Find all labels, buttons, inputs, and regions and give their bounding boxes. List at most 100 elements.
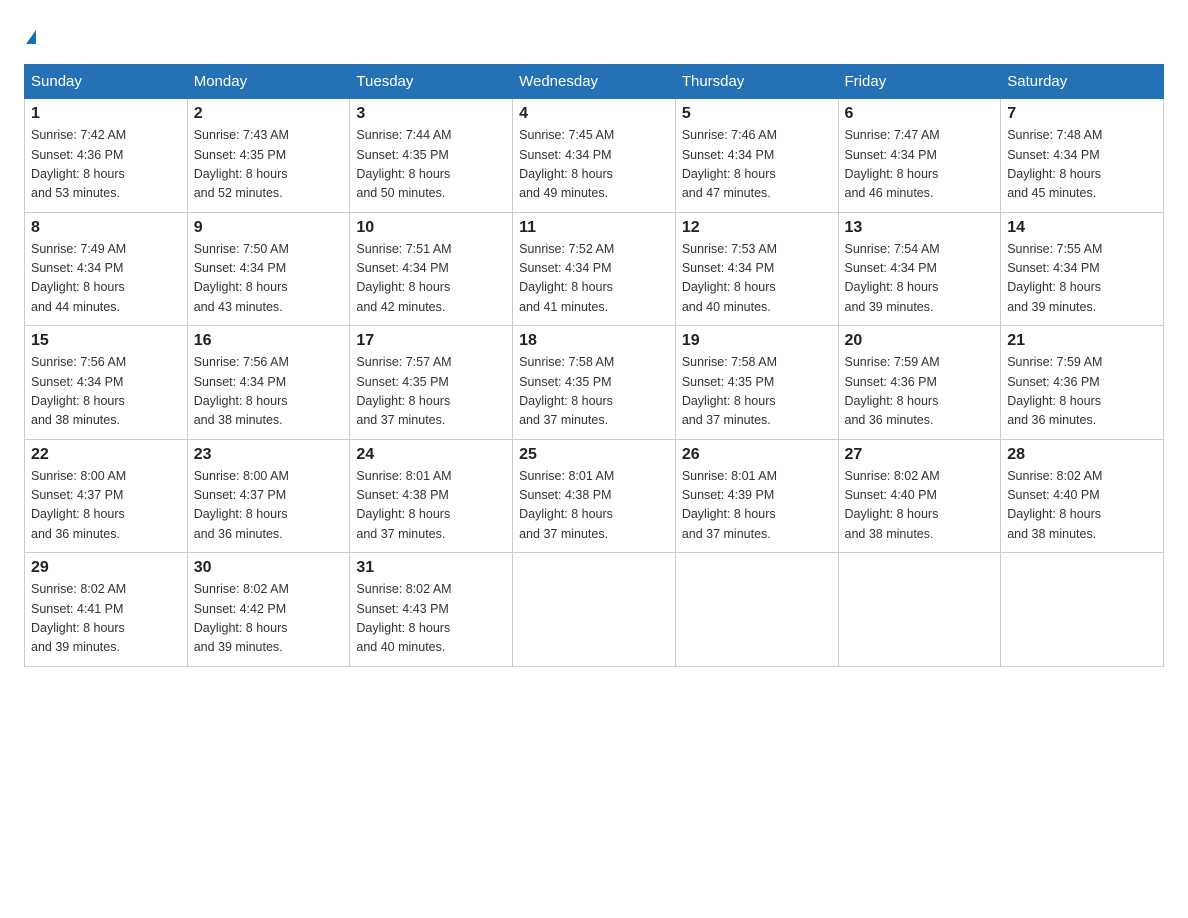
day-info: Sunrise: 8:02 AMSunset: 4:40 PMDaylight:… xyxy=(1007,469,1102,541)
day-info: Sunrise: 8:01 AMSunset: 4:38 PMDaylight:… xyxy=(356,469,451,541)
calendar-cell: 3 Sunrise: 7:44 AMSunset: 4:35 PMDayligh… xyxy=(350,99,513,213)
day-info: Sunrise: 8:02 AMSunset: 4:41 PMDaylight:… xyxy=(31,582,126,654)
calendar-cell: 8 Sunrise: 7:49 AMSunset: 4:34 PMDayligh… xyxy=(25,212,188,326)
day-number: 29 xyxy=(31,559,181,577)
day-info: Sunrise: 7:57 AMSunset: 4:35 PMDaylight:… xyxy=(356,355,451,427)
day-info: Sunrise: 7:47 AMSunset: 4:34 PMDaylight:… xyxy=(845,128,940,200)
day-info: Sunrise: 7:59 AMSunset: 4:36 PMDaylight:… xyxy=(1007,355,1102,427)
day-number: 18 xyxy=(519,332,669,350)
day-number: 11 xyxy=(519,219,669,237)
day-number: 20 xyxy=(845,332,995,350)
day-number: 9 xyxy=(194,219,344,237)
day-info: Sunrise: 7:54 AMSunset: 4:34 PMDaylight:… xyxy=(845,242,940,314)
day-number: 14 xyxy=(1007,219,1157,237)
calendar-cell: 24 Sunrise: 8:01 AMSunset: 4:38 PMDaylig… xyxy=(350,439,513,553)
day-number: 25 xyxy=(519,446,669,464)
day-number: 4 xyxy=(519,105,669,123)
day-number: 8 xyxy=(31,219,181,237)
day-number: 7 xyxy=(1007,105,1157,123)
day-number: 15 xyxy=(31,332,181,350)
logo xyxy=(24,24,36,48)
day-info: Sunrise: 7:46 AMSunset: 4:34 PMDaylight:… xyxy=(682,128,777,200)
day-info: Sunrise: 7:55 AMSunset: 4:34 PMDaylight:… xyxy=(1007,242,1102,314)
day-info: Sunrise: 7:43 AMSunset: 4:35 PMDaylight:… xyxy=(194,128,289,200)
calendar-cell: 23 Sunrise: 8:00 AMSunset: 4:37 PMDaylig… xyxy=(187,439,350,553)
day-info: Sunrise: 8:01 AMSunset: 4:38 PMDaylight:… xyxy=(519,469,614,541)
day-number: 24 xyxy=(356,446,506,464)
calendar-cell: 22 Sunrise: 8:00 AMSunset: 4:37 PMDaylig… xyxy=(25,439,188,553)
day-number: 12 xyxy=(682,219,832,237)
day-number: 28 xyxy=(1007,446,1157,464)
day-number: 13 xyxy=(845,219,995,237)
day-info: Sunrise: 7:44 AMSunset: 4:35 PMDaylight:… xyxy=(356,128,451,200)
day-info: Sunrise: 8:01 AMSunset: 4:39 PMDaylight:… xyxy=(682,469,777,541)
day-info: Sunrise: 7:50 AMSunset: 4:34 PMDaylight:… xyxy=(194,242,289,314)
logo-triangle-icon xyxy=(26,30,36,44)
day-info: Sunrise: 7:51 AMSunset: 4:34 PMDaylight:… xyxy=(356,242,451,314)
day-number: 23 xyxy=(194,446,344,464)
day-number: 22 xyxy=(31,446,181,464)
calendar-cell: 9 Sunrise: 7:50 AMSunset: 4:34 PMDayligh… xyxy=(187,212,350,326)
day-number: 10 xyxy=(356,219,506,237)
col-header-saturday: Saturday xyxy=(1001,65,1164,99)
calendar-table: SundayMondayTuesdayWednesdayThursdayFrid… xyxy=(24,64,1164,667)
calendar-cell xyxy=(675,553,838,667)
calendar-header-row: SundayMondayTuesdayWednesdayThursdayFrid… xyxy=(25,65,1164,99)
calendar-cell: 18 Sunrise: 7:58 AMSunset: 4:35 PMDaylig… xyxy=(513,326,676,440)
col-header-tuesday: Tuesday xyxy=(350,65,513,99)
col-header-sunday: Sunday xyxy=(25,65,188,99)
day-number: 2 xyxy=(194,105,344,123)
day-info: Sunrise: 7:48 AMSunset: 4:34 PMDaylight:… xyxy=(1007,128,1102,200)
calendar-cell xyxy=(1001,553,1164,667)
day-number: 19 xyxy=(682,332,832,350)
calendar-cell: 6 Sunrise: 7:47 AMSunset: 4:34 PMDayligh… xyxy=(838,99,1001,213)
calendar-week-row: 15 Sunrise: 7:56 AMSunset: 4:34 PMDaylig… xyxy=(25,326,1164,440)
day-info: Sunrise: 7:42 AMSunset: 4:36 PMDaylight:… xyxy=(31,128,126,200)
day-info: Sunrise: 7:58 AMSunset: 4:35 PMDaylight:… xyxy=(682,355,777,427)
calendar-cell: 21 Sunrise: 7:59 AMSunset: 4:36 PMDaylig… xyxy=(1001,326,1164,440)
calendar-week-row: 1 Sunrise: 7:42 AMSunset: 4:36 PMDayligh… xyxy=(25,99,1164,213)
calendar-cell: 2 Sunrise: 7:43 AMSunset: 4:35 PMDayligh… xyxy=(187,99,350,213)
calendar-cell: 13 Sunrise: 7:54 AMSunset: 4:34 PMDaylig… xyxy=(838,212,1001,326)
calendar-cell: 7 Sunrise: 7:48 AMSunset: 4:34 PMDayligh… xyxy=(1001,99,1164,213)
day-info: Sunrise: 7:56 AMSunset: 4:34 PMDaylight:… xyxy=(194,355,289,427)
calendar-cell: 14 Sunrise: 7:55 AMSunset: 4:34 PMDaylig… xyxy=(1001,212,1164,326)
day-info: Sunrise: 8:02 AMSunset: 4:43 PMDaylight:… xyxy=(356,582,451,654)
day-info: Sunrise: 8:02 AMSunset: 4:42 PMDaylight:… xyxy=(194,582,289,654)
day-info: Sunrise: 7:52 AMSunset: 4:34 PMDaylight:… xyxy=(519,242,614,314)
calendar-cell: 1 Sunrise: 7:42 AMSunset: 4:36 PMDayligh… xyxy=(25,99,188,213)
col-header-thursday: Thursday xyxy=(675,65,838,99)
calendar-cell: 19 Sunrise: 7:58 AMSunset: 4:35 PMDaylig… xyxy=(675,326,838,440)
calendar-cell: 11 Sunrise: 7:52 AMSunset: 4:34 PMDaylig… xyxy=(513,212,676,326)
col-header-monday: Monday xyxy=(187,65,350,99)
calendar-cell: 30 Sunrise: 8:02 AMSunset: 4:42 PMDaylig… xyxy=(187,553,350,667)
day-number: 30 xyxy=(194,559,344,577)
col-header-friday: Friday xyxy=(838,65,1001,99)
calendar-cell: 26 Sunrise: 8:01 AMSunset: 4:39 PMDaylig… xyxy=(675,439,838,553)
calendar-cell: 16 Sunrise: 7:56 AMSunset: 4:34 PMDaylig… xyxy=(187,326,350,440)
day-info: Sunrise: 8:00 AMSunset: 4:37 PMDaylight:… xyxy=(194,469,289,541)
calendar-cell: 28 Sunrise: 8:02 AMSunset: 4:40 PMDaylig… xyxy=(1001,439,1164,553)
calendar-week-row: 22 Sunrise: 8:00 AMSunset: 4:37 PMDaylig… xyxy=(25,439,1164,553)
day-number: 16 xyxy=(194,332,344,350)
calendar-cell xyxy=(513,553,676,667)
day-info: Sunrise: 7:45 AMSunset: 4:34 PMDaylight:… xyxy=(519,128,614,200)
day-number: 3 xyxy=(356,105,506,123)
calendar-cell: 12 Sunrise: 7:53 AMSunset: 4:34 PMDaylig… xyxy=(675,212,838,326)
calendar-cell: 5 Sunrise: 7:46 AMSunset: 4:34 PMDayligh… xyxy=(675,99,838,213)
page-header xyxy=(24,24,1164,48)
calendar-cell: 17 Sunrise: 7:57 AMSunset: 4:35 PMDaylig… xyxy=(350,326,513,440)
day-info: Sunrise: 8:02 AMSunset: 4:40 PMDaylight:… xyxy=(845,469,940,541)
calendar-week-row: 8 Sunrise: 7:49 AMSunset: 4:34 PMDayligh… xyxy=(25,212,1164,326)
calendar-week-row: 29 Sunrise: 8:02 AMSunset: 4:41 PMDaylig… xyxy=(25,553,1164,667)
calendar-cell: 15 Sunrise: 7:56 AMSunset: 4:34 PMDaylig… xyxy=(25,326,188,440)
day-info: Sunrise: 8:00 AMSunset: 4:37 PMDaylight:… xyxy=(31,469,126,541)
day-number: 27 xyxy=(845,446,995,464)
day-info: Sunrise: 7:53 AMSunset: 4:34 PMDaylight:… xyxy=(682,242,777,314)
calendar-cell: 20 Sunrise: 7:59 AMSunset: 4:36 PMDaylig… xyxy=(838,326,1001,440)
calendar-cell: 25 Sunrise: 8:01 AMSunset: 4:38 PMDaylig… xyxy=(513,439,676,553)
calendar-cell: 27 Sunrise: 8:02 AMSunset: 4:40 PMDaylig… xyxy=(838,439,1001,553)
calendar-cell: 10 Sunrise: 7:51 AMSunset: 4:34 PMDaylig… xyxy=(350,212,513,326)
day-info: Sunrise: 7:49 AMSunset: 4:34 PMDaylight:… xyxy=(31,242,126,314)
calendar-cell: 29 Sunrise: 8:02 AMSunset: 4:41 PMDaylig… xyxy=(25,553,188,667)
